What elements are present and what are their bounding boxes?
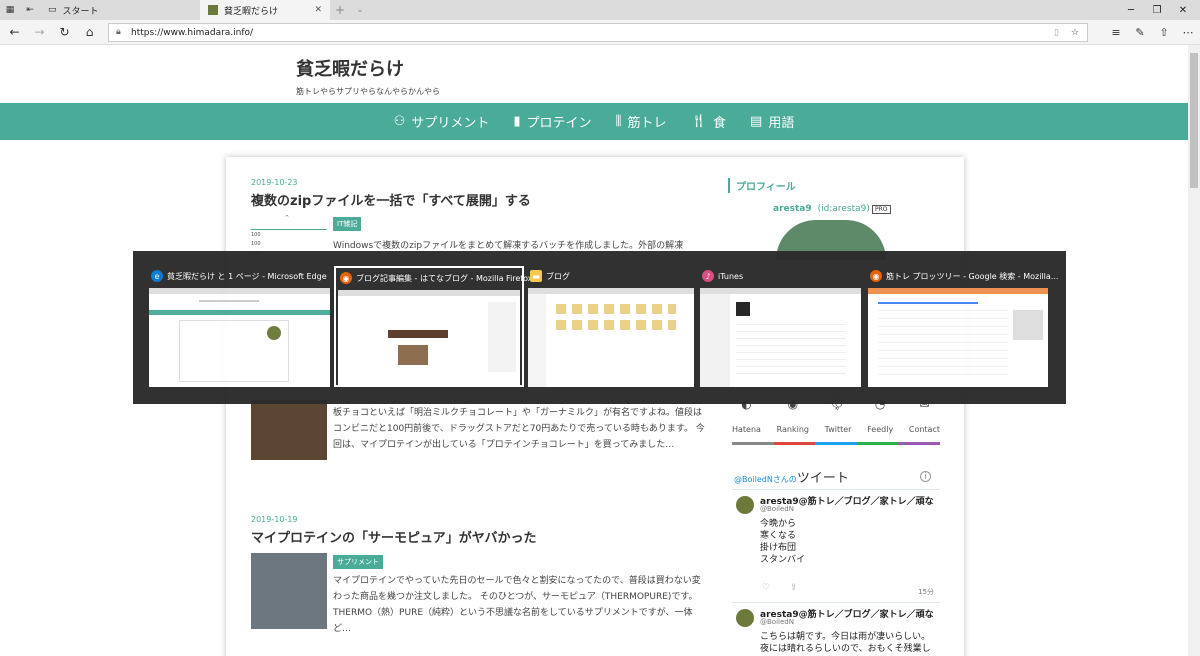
switcher-window-firefox-search[interactable]: ◉ 筋トレ プロッツリー - Google 検索 - Mozilla... — [866, 266, 1058, 387]
tweet-text: 今晩から 寒くなる 掛け布団 スタンバイ — [760, 519, 806, 565]
entry-thumbnail[interactable] — [251, 400, 327, 460]
tweet-avatar[interactable] — [736, 609, 754, 627]
toolbar-right: ≡ ✎ ⇧ ⋯ — [1104, 20, 1200, 45]
tweet: aresta9@筋トレ／ブログ／家トレ／頑な @BoiledN こちらは朝です。… — [732, 602, 940, 656]
tab-start[interactable]: ▭ スタート — [40, 0, 200, 20]
window-thumbnail — [700, 288, 861, 387]
tweet-handle[interactable]: @BoiledN — [760, 505, 794, 513]
url-text: https://www.himadara.info/ — [131, 27, 254, 38]
book-icon: ▤ — [750, 114, 763, 129]
thumb-label: ^ — [285, 215, 290, 221]
category-badge[interactable]: IT雑記 — [333, 217, 362, 231]
address-toolbar: ← → ↻ ⌂ 🔒︎ https://www.himadara.info/ ▯ … — [0, 20, 1200, 45]
profile-name[interactable]: aresta9 (id:aresta9) — [773, 204, 870, 214]
tweet-handle[interactable]: @BoiledN — [760, 618, 794, 626]
edge-icon: e — [151, 270, 163, 282]
share-tweet-icon[interactable]: ⇪ — [790, 583, 798, 593]
tweet-time[interactable]: 15分 — [918, 587, 934, 597]
tweet: aresta9@筋トレ／ブログ／家トレ／頑な @BoiledN 今晩から 寒くな… — [732, 489, 940, 601]
nav-item-training[interactable]: ⫼ 筋トレ — [616, 112, 667, 131]
thumb-label: 100 — [251, 232, 261, 238]
switcher-window-itunes[interactable]: ♪ iTunes — [698, 266, 863, 387]
entry-date: 2019-10-19 — [251, 515, 298, 524]
info-icon[interactable]: i — [920, 471, 931, 482]
dumbbell-icon: ⫼ — [615, 114, 622, 129]
firefox-icon: ◉ — [870, 270, 882, 282]
home-icon[interactable]: ⌂ — [77, 20, 102, 45]
scrollbar-thumb[interactable] — [1190, 53, 1198, 188]
window-thumbnail — [338, 290, 520, 385]
protein-icon: ▮ — [513, 114, 521, 129]
supplement-icon: ⚇ — [393, 114, 406, 129]
favicon-icon — [208, 5, 218, 15]
nav-item-food[interactable]: 🍴︎ 食 — [691, 112, 727, 131]
entry-date: 2019-10-23 — [251, 178, 298, 187]
share-icon[interactable]: ⇧ — [1152, 20, 1176, 45]
tab-label: 貧乏暇だらけ — [224, 6, 279, 17]
window-thumbnail — [528, 288, 694, 387]
switcher-window-firefox-blog[interactable]: ◉ ブログ記事編集 - はてなブログ - Mozilla Firefox — [334, 266, 533, 387]
nav-item-glossary[interactable]: ▤ 用語 — [750, 112, 794, 131]
itunes-icon: ♪ — [702, 270, 714, 282]
tweet-text: こちらは朝です。今日は雨が凄いらしい。 夜には晴れるらしいので、おもくそ残業し — [760, 632, 931, 654]
page-icon: ▭ — [48, 5, 57, 15]
notes-icon[interactable]: ✎ — [1128, 20, 1152, 45]
site-description: 筋トレやらサプリやらなんやらかんやら — [296, 87, 440, 96]
nav-item-supplement[interactable]: ⚇ サプリメント — [394, 112, 490, 131]
more-icon[interactable]: ⋯ — [1176, 20, 1200, 45]
favorites-hub-icon[interactable]: ≡ — [1104, 20, 1128, 45]
page-scrollbar[interactable] — [1188, 45, 1200, 656]
profile-heading: プロフィール — [728, 178, 796, 193]
new-tab-button[interactable]: + — [330, 0, 350, 20]
tab-label: スタート — [62, 6, 99, 17]
task-switcher: e 貧乏暇だらけ と 1 ページ - Microsoft Edge ◉ ブログ記事編… — [133, 251, 1066, 404]
lock-icon: 🔒︎ — [116, 27, 121, 37]
entry-excerpt: 板チョコといえば「明治ミルクチョコレート」や「ガーナミルク」が有名ですよね。値段… — [333, 408, 705, 450]
thumb-label: 100 — [251, 241, 261, 247]
browser-tab-bar: ▦ ⇤ ▭ スタート 貧乏暇だらけ ✕ + ⌄ ─ ❐ ✕ — [0, 0, 1200, 20]
forward-icon[interactable]: → — [27, 20, 52, 45]
social-color-bars — [732, 442, 940, 445]
reading-view-icon[interactable]: ▯ — [1054, 28, 1059, 38]
firefox-icon: ◉ — [340, 272, 352, 284]
entry-thumbnail[interactable] — [251, 553, 327, 629]
window-thumbnail — [149, 288, 330, 387]
set-aside-tabs-icon[interactable]: ⇤ — [20, 0, 40, 20]
close-tab-icon[interactable]: ✕ — [314, 5, 322, 15]
twitter-widget-header[interactable]: @BoiledNさんのツイート — [734, 467, 849, 486]
entry-excerpt: マイプロテインでやっていた先日のセールで色々と割安になってたので、普段は買わない… — [333, 576, 701, 634]
refresh-icon[interactable]: ↻ — [52, 20, 77, 45]
tab-himadara[interactable]: 貧乏暇だらけ ✕ — [200, 0, 330, 20]
folder-icon: ▬ — [530, 270, 542, 282]
favorite-star-icon[interactable]: ☆ — [1071, 28, 1079, 38]
switcher-window-edge[interactable]: e 貧乏暇だらけ と 1 ページ - Microsoft Edge — [147, 266, 332, 387]
close-window-icon[interactable]: ✕ — [1166, 0, 1200, 20]
utensils-icon: 🍴︎ — [690, 114, 708, 129]
tab-list-icon[interactable]: ▦ — [0, 0, 20, 20]
category-badge[interactable]: サプリメント — [333, 555, 383, 569]
back-icon[interactable]: ← — [2, 20, 27, 45]
window-thumbnail — [868, 288, 1048, 387]
nav-item-protein[interactable]: ▮ プロテイン — [513, 112, 591, 131]
tweet-avatar[interactable] — [736, 496, 754, 514]
site-title[interactable]: 貧乏暇だらけ — [296, 55, 404, 81]
switcher-window-explorer[interactable]: ▬ ブログ — [526, 266, 696, 387]
entry-title[interactable]: マイプロテインの「サーモピュア」がヤバかった — [251, 527, 536, 546]
global-nav: ⚇ サプリメント ▮ プロテイン ⫼ 筋トレ 🍴︎ 食 ▤ 用語 — [0, 103, 1188, 140]
entry-title[interactable]: 複数のzipファイルを一括で「すべて展開」する — [251, 190, 531, 209]
tab-preview-chevron-icon[interactable]: ⌄ — [350, 0, 370, 20]
url-input[interactable]: 🔒︎ https://www.himadara.info/ ▯ ☆ — [108, 23, 1088, 42]
like-icon[interactable]: ♡ — [762, 583, 770, 593]
pro-badge: PRO — [872, 205, 891, 214]
